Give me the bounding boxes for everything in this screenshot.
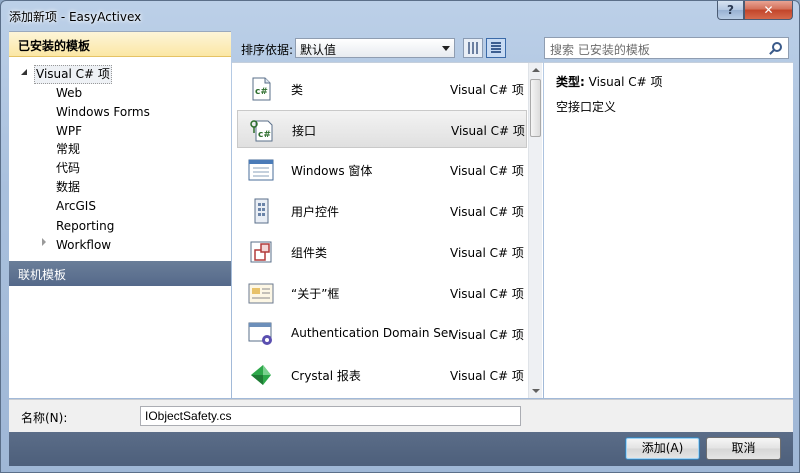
interface-icon: c# xyxy=(250,120,273,142)
template-item-interface[interactable]: c# 接口 Visual C# 项 xyxy=(237,110,527,148)
component-class-icon xyxy=(250,241,272,263)
tree-item-workflow[interactable]: Workflow xyxy=(56,236,111,254)
template-language: Visual C# 项 xyxy=(450,164,524,178)
title-bar[interactable]: 添加新项 - EasyActivex ? ✕ xyxy=(1,1,799,31)
template-name: 接口 xyxy=(292,124,317,138)
sort-value: 默认值 xyxy=(300,43,337,57)
tree-item-code[interactable]: 代码 xyxy=(56,159,80,177)
template-list-scrollbar[interactable] xyxy=(528,63,542,398)
about-box-icon xyxy=(248,283,274,304)
sort-label: 排序依据: xyxy=(241,43,294,57)
window-title: 添加新项 - EasyActivex xyxy=(9,10,142,24)
template-language: Visual C# 项 xyxy=(450,205,524,219)
add-new-item-dialog: 添加新项 - EasyActivex ? ✕ 已安装的模板 Visual C# … xyxy=(0,0,800,473)
user-control-icon xyxy=(254,198,269,224)
tree-item-data[interactable]: 数据 xyxy=(56,178,80,196)
scroll-down-arrow-icon[interactable] xyxy=(532,389,540,393)
tree-item-general[interactable]: 常规 xyxy=(56,140,80,158)
search-placeholder: 搜索 已安装的模板 xyxy=(550,43,650,57)
name-row: 名称(N): IObjectSafety.cs xyxy=(9,399,793,432)
tree-item-web[interactable]: Web xyxy=(56,84,82,102)
template-name: Authentication Domain Serv... xyxy=(291,326,451,340)
list-view-icon xyxy=(491,42,501,54)
installed-templates-header[interactable]: 已安装的模板 xyxy=(9,32,231,57)
tree-item-windows-forms[interactable]: Windows Forms xyxy=(56,103,150,121)
grid-view-icon xyxy=(468,42,478,54)
template-language: Visual C# 项 xyxy=(450,369,524,383)
template-item-class[interactable]: c# 类 Visual C# 项 xyxy=(237,70,527,108)
template-name: Windows 窗体 xyxy=(291,164,373,178)
template-name: “关于”框 xyxy=(291,287,340,301)
template-name: 用户控件 xyxy=(291,205,340,219)
close-button[interactable]: ✕ xyxy=(744,1,793,20)
template-name: 类 xyxy=(291,83,304,97)
cancel-button[interactable]: 取消 xyxy=(706,437,781,460)
online-templates-header[interactable]: 联机模板 xyxy=(9,261,231,286)
template-list: c# 类 Visual C# 项 c# 接口 Visual C# 项 Windo… xyxy=(232,62,543,398)
crystal-report-icon xyxy=(251,365,271,385)
type-label: 类型: xyxy=(556,75,585,89)
template-language: Visual C# 项 xyxy=(450,246,524,260)
sort-dropdown[interactable]: 默认值 xyxy=(295,38,455,58)
list-view-button[interactable] xyxy=(486,38,506,58)
template-language: Visual C# 项 xyxy=(450,287,524,301)
template-item-component-class[interactable]: 组件类 Visual C# 项 xyxy=(237,233,527,271)
search-icon[interactable] xyxy=(772,42,782,52)
svg-text:c#: c# xyxy=(258,130,271,140)
authentication-icon xyxy=(248,322,272,345)
chevron-down-icon xyxy=(442,46,450,51)
medium-icons-view-button[interactable] xyxy=(463,38,483,58)
scroll-thumb[interactable] xyxy=(530,79,541,137)
name-label: 名称(N): xyxy=(21,411,68,425)
tree-item-reporting[interactable]: Reporting xyxy=(56,217,114,235)
svg-text:c#: c# xyxy=(255,87,268,97)
template-language: Visual C# 项 xyxy=(451,124,525,138)
tree-item-arcgis[interactable]: ArcGIS xyxy=(56,197,96,215)
template-language: Visual C# 项 xyxy=(450,83,524,97)
template-item-windows-form[interactable]: Windows 窗体 Visual C# 项 xyxy=(237,151,527,189)
collapse-arrow-icon[interactable] xyxy=(42,238,46,246)
help-button[interactable]: ? xyxy=(717,1,744,20)
tree-item-wpf[interactable]: WPF xyxy=(56,122,82,140)
scroll-up-arrow-icon[interactable] xyxy=(532,68,540,72)
add-button[interactable]: 添加(A) xyxy=(625,437,700,460)
template-item-user-control[interactable]: 用户控件 Visual C# 项 xyxy=(237,192,527,230)
description-text: 空接口定义 xyxy=(556,100,617,114)
tree-item-visual-csharp[interactable]: Visual C# 项 xyxy=(36,65,110,83)
windows-form-icon xyxy=(248,159,274,181)
template-description-pane: 类型: Visual C# 项 空接口定义 xyxy=(544,62,793,398)
description-type: 类型: Visual C# 项 xyxy=(556,73,793,90)
template-name: Crystal 报表 xyxy=(291,369,361,383)
type-value: Visual C# 项 xyxy=(588,75,663,89)
template-item-about-box[interactable]: “关于”框 Visual C# 项 xyxy=(237,274,527,312)
search-input[interactable]: 搜索 已安装的模板 xyxy=(544,37,789,59)
template-category-pane: 已安装的模板 Visual C# 项 Web Windows Forms WPF… xyxy=(9,31,231,398)
template-item-crystal-report[interactable]: Crystal 报表 Visual C# 项 xyxy=(237,356,527,394)
dialog-footer: 添加(A) 取消 xyxy=(9,432,793,466)
expand-arrow-icon[interactable] xyxy=(21,69,27,75)
name-input[interactable]: IObjectSafety.cs xyxy=(140,406,521,426)
class-icon: c# xyxy=(252,77,271,101)
template-name: 组件类 xyxy=(291,246,328,260)
template-item-authentication-domain-service[interactable]: Authentication Domain Serv... Visual C# … xyxy=(237,315,527,353)
template-language: Visual C# 项 xyxy=(450,328,524,342)
